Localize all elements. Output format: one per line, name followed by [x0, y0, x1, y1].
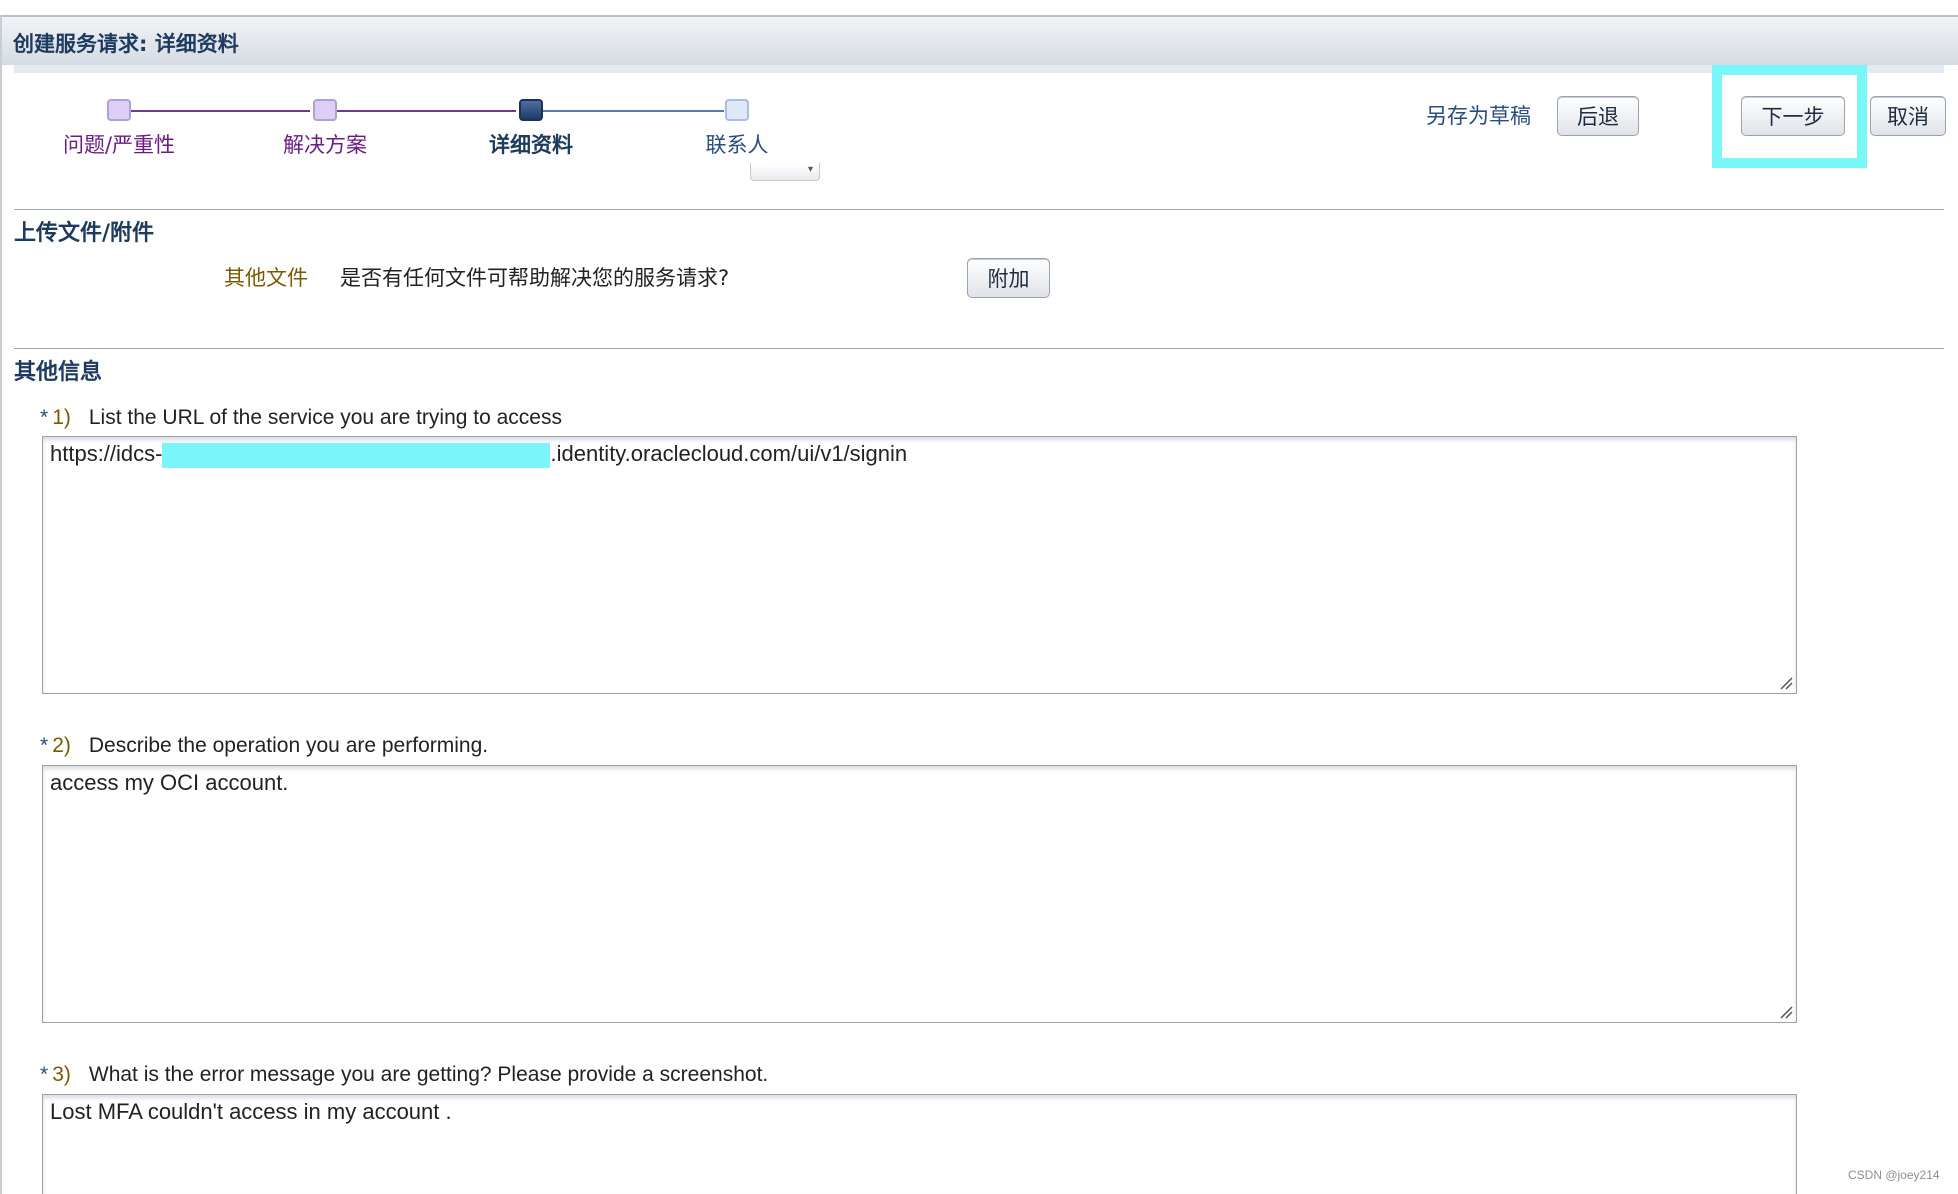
attach-button[interactable]: 附加	[967, 258, 1050, 298]
required-star: *	[40, 734, 49, 757]
left-border	[0, 15, 2, 1194]
page-header: 创建服务请求: 详细资料	[2, 15, 1958, 65]
question-text: List the URL of the service you are tryi…	[88, 406, 562, 429]
url-suffix: .identity.oraclecloud.com/ui/v1/signin	[550, 441, 908, 466]
question-number: 3)	[52, 1063, 71, 1086]
step-label: 问题/严重性	[62, 133, 176, 157]
header-underline	[14, 65, 1944, 73]
step-label: 联系人	[705, 133, 769, 157]
window-top	[0, 0, 1958, 15]
step-marker-current	[519, 99, 543, 121]
section-divider	[14, 209, 1944, 210]
question-1-label: * 1) List the URL of the service you are t…	[40, 406, 562, 430]
question-number: 1)	[52, 406, 71, 429]
attach-prompt: 是否有任何文件可帮助解决您的服务请求?	[340, 266, 730, 290]
other-info-section-title: 其他信息	[14, 360, 103, 385]
required-star: *	[40, 1063, 49, 1086]
cancel-button[interactable]: 取消	[1870, 96, 1946, 136]
resize-grip-icon[interactable]	[1779, 1005, 1793, 1019]
question-3-label: * 3) What is the error message you are get…	[40, 1063, 768, 1087]
redaction-block	[162, 442, 551, 468]
step-marker-visited	[107, 99, 131, 121]
train-connector-1	[130, 110, 310, 112]
question-2-label: * 2) Describe the operation you are perfor…	[40, 734, 488, 758]
step-marker-visited	[313, 99, 337, 121]
watermark: CSDN @joey214	[1848, 1168, 1940, 1182]
required-star: *	[40, 406, 49, 429]
train-connector-2	[336, 110, 516, 112]
back-button[interactable]: 后退	[1557, 96, 1639, 136]
train-connector-3	[542, 110, 724, 112]
step-label: 解决方案	[283, 133, 367, 157]
save-draft-link[interactable]: 另存为草稿	[1426, 100, 1531, 130]
step-marker-upcoming	[725, 99, 749, 121]
question-text: What is the error message you are gettin…	[88, 1063, 769, 1086]
operation-answer-textarea[interactable]: access my OCI account.	[42, 765, 1797, 1023]
step-label-current: 详细资料	[489, 133, 573, 157]
step-train: 问题/严重性 解决方案 详细资料 联系人	[0, 90, 820, 160]
question-number: 2)	[52, 734, 71, 757]
answer-text: Lost MFA couldn't access in my account .	[50, 1099, 452, 1124]
other-files-label: 其他文件	[224, 266, 308, 290]
section-divider	[14, 348, 1944, 349]
chevron-down-icon: ▾	[750, 163, 820, 181]
url-prefix: https://idcs-	[50, 441, 163, 466]
highlight-box	[1712, 65, 1867, 168]
page-title: 创建服务请求: 详细资料	[13, 32, 239, 56]
upload-section-title: 上传文件/附件	[14, 221, 155, 246]
error-answer-textarea[interactable]: Lost MFA couldn't access in my account .	[42, 1094, 1797, 1194]
resize-grip-icon[interactable]	[1779, 676, 1793, 690]
answer-text: access my OCI account.	[50, 770, 289, 795]
question-text: Describe the operation you are performin…	[88, 734, 489, 757]
url-answer-textarea[interactable]: https://idcs- .identity.oraclecloud.com/u…	[42, 436, 1797, 694]
